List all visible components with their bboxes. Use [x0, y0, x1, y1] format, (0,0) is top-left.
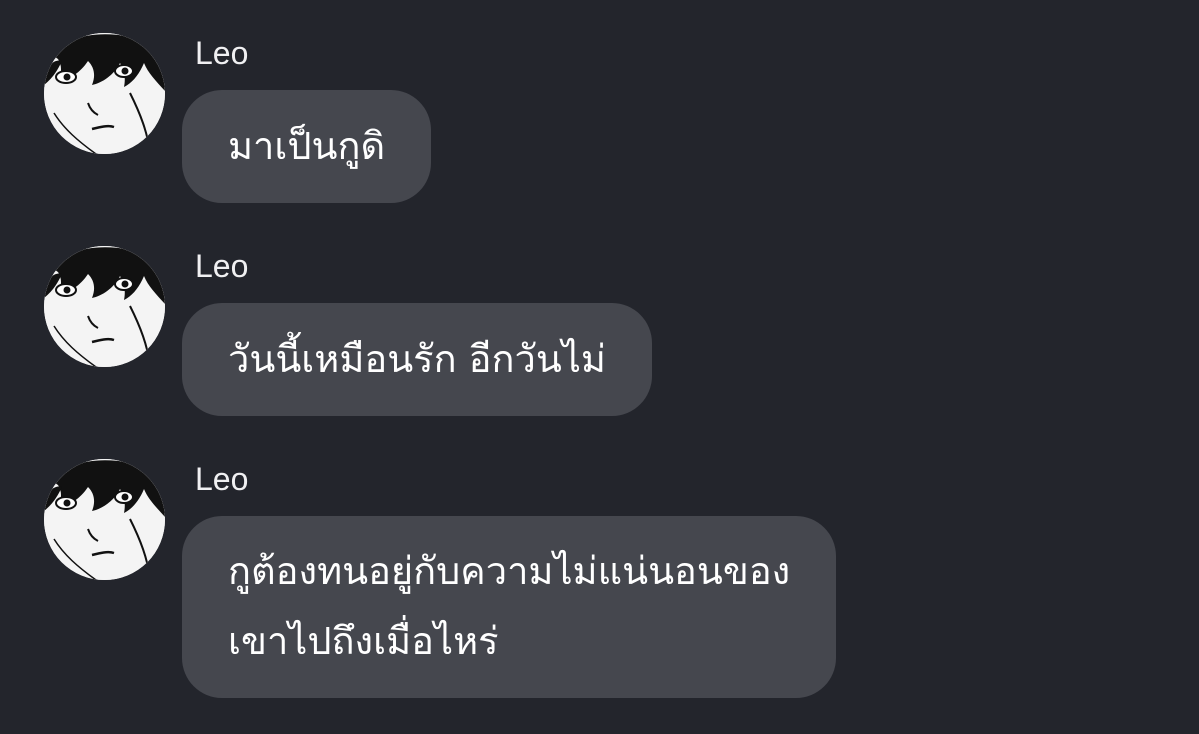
message-bubble[interactable]: วันนี้เหมือนรัก อีกวันไม่ [182, 303, 652, 416]
message-text-line: กูต้องทนอยู่กับความไม่แน่นอนของ [228, 549, 791, 593]
sender-name: Leo [195, 35, 249, 71]
message-bubble[interactable]: มาเป็นกูดิ [182, 90, 432, 203]
anime-face-avatar-icon [44, 33, 165, 154]
message-bubble[interactable]: กูต้องทนอยู่กับความไม่แน่นอนของ เขาไปถึง… [182, 516, 837, 698]
chat-message: Leo วันนี้เหมือนรัก อีกวันไม่ [0, 246, 1199, 421]
avatar[interactable] [44, 459, 165, 580]
message-text: มาเป็นกูดิ [228, 124, 386, 168]
chat-message: Leo กูต้องทนอยู่กับความไม่แน่นอนของ เขาไ… [0, 459, 1199, 704]
sender-name: Leo [195, 461, 249, 497]
chat-message: Leo มาเป็นกูดิ [0, 33, 1199, 208]
anime-face-avatar-icon [44, 246, 165, 367]
message-text: วันนี้เหมือนรัก อีกวันไม่ [228, 337, 606, 381]
sender-name: Leo [195, 248, 249, 284]
avatar[interactable] [44, 246, 165, 367]
avatar[interactable] [44, 33, 165, 154]
anime-face-avatar-icon [44, 459, 165, 580]
message-text-line: เขาไปถึงเมื่อไหร่ [228, 619, 499, 663]
